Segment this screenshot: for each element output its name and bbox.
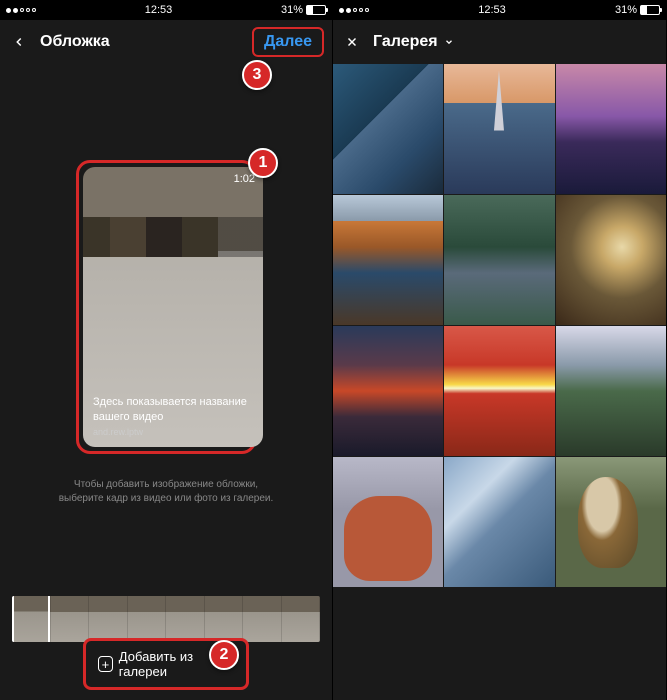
photo-thumb[interactable] [556, 64, 666, 194]
photo-thumb[interactable] [444, 326, 554, 456]
back-icon[interactable] [12, 35, 26, 49]
status-bar: 12:53 31% [333, 0, 666, 20]
chevron-down-icon [444, 37, 454, 47]
status-bar: 12:53 31% [0, 0, 332, 20]
battery-icon [640, 5, 660, 15]
photo-thumb[interactable] [556, 457, 666, 587]
cover-title-placeholder: Здесь показывается название вашего видео [93, 395, 253, 424]
status-time: 12:53 [478, 4, 506, 16]
next-button[interactable]: Далее [252, 27, 324, 57]
signal-icon [339, 8, 369, 13]
cover-preview[interactable]: 1:02 Здесь показывается название вашего … [83, 167, 263, 447]
annotation-badge-1: 1 [248, 148, 278, 178]
signal-icon [6, 8, 36, 13]
cover-author: and.rew.lptw [93, 427, 253, 437]
nav-bar: Галерея [333, 20, 666, 64]
annotation-box-1: 1:02 Здесь показывается название вашего … [76, 160, 256, 454]
battery-pct: 31% [615, 4, 637, 16]
annotation-badge-3: 3 [242, 60, 272, 90]
battery-pct: 31% [281, 4, 303, 16]
left-screen: 12:53 31% Обложка Далее 3 1 1:02 Здесь п… [0, 0, 333, 700]
video-duration: 1:02 [234, 173, 255, 185]
annotation-badge-2: 2 [209, 640, 239, 670]
gallery-dropdown[interactable]: Галерея [373, 33, 454, 51]
right-screen: 12:53 31% Галерея [333, 0, 666, 700]
photo-thumb[interactable] [444, 195, 554, 325]
page-title: Обложка [40, 33, 110, 51]
photo-thumb[interactable] [556, 326, 666, 456]
photo-thumb[interactable] [444, 64, 554, 194]
photo-thumb[interactable] [556, 195, 666, 325]
status-time: 12:53 [145, 4, 173, 16]
photo-thumb[interactable] [333, 326, 443, 456]
photo-thumb[interactable] [333, 457, 443, 587]
photo-thumb[interactable] [333, 195, 443, 325]
nav-bar: Обложка Далее [0, 20, 332, 64]
filmstrip[interactable] [12, 596, 320, 642]
close-icon[interactable] [345, 35, 359, 49]
photo-thumb[interactable] [333, 64, 443, 194]
gallery-grid [333, 64, 666, 700]
filmstrip-selector[interactable] [12, 596, 50, 642]
gallery-dropdown-label: Галерея [373, 33, 438, 51]
photo-thumb[interactable] [444, 457, 554, 587]
battery-icon [306, 5, 326, 15]
hint-text: Чтобы добавить изображение обложки, выбе… [0, 478, 332, 506]
plus-icon: + [98, 656, 113, 672]
